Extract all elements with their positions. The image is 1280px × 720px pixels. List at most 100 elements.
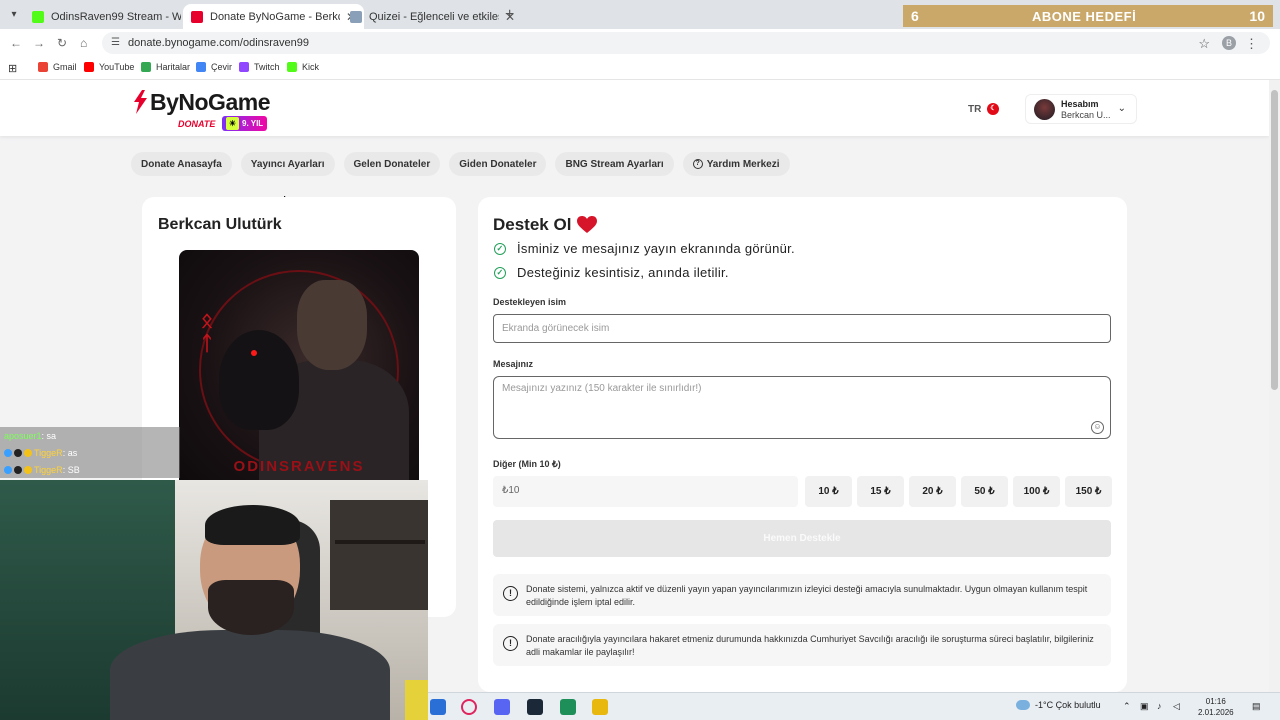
benefit-item: ✓ İsminiz ve mesajınız yayın ekranında g… <box>494 241 795 256</box>
message-textarea[interactable]: Mesajınızı yazınız (150 karakter ile sın… <box>493 376 1111 439</box>
page-scrollbar[interactable] <box>1269 80 1280 692</box>
chevron-down-icon: ⌄ <box>1117 103 1126 114</box>
address-bar[interactable]: ☰ donate.bynogame.com/odinsraven99 ☆ B ⋮ <box>102 32 1270 54</box>
subscriber-goal-title: ABONE HEDEFİ <box>1031 8 1137 24</box>
bookmark-translate[interactable]: Çevir <box>196 62 232 72</box>
browser-tab-kick[interactable]: OdinsRaven99 Stream - Watch ✕ <box>24 4 205 29</box>
bookmark-maps[interactable]: Haritalar <box>141 62 190 72</box>
donor-name-input[interactable]: Ekranda görünecek isim <box>493 314 1111 343</box>
tray-app-icon[interactable]: ▣ <box>1140 701 1149 712</box>
bookmark-star-icon[interactable]: ☆ <box>1198 36 1210 52</box>
nav-incoming-donates[interactable]: Gelen Donateler <box>343 152 441 176</box>
amount-option-100[interactable]: 100 ₺ <box>1013 476 1060 507</box>
twitch-icon <box>239 62 249 72</box>
browser-tab-bar: ▾ OdinsRaven99 Stream - Watch ✕ Donate B… <box>0 0 1280 29</box>
home-icon[interactable]: ⌂ <box>80 36 87 50</box>
donate-tag: DONATE <box>178 119 216 129</box>
new-tab-icon[interactable]: + <box>505 6 514 24</box>
stream-chat-overlay: aposuer1: sa TiggeR: as TiggeR: SB <box>0 427 180 478</box>
nav-outgoing-donates[interactable]: Giden Donateler <box>449 152 547 176</box>
opera-icon[interactable] <box>461 699 477 715</box>
site-info-icon[interactable]: ☰ <box>111 37 120 48</box>
mic-icon[interactable]: ♪ <box>1157 701 1162 711</box>
notification-icon[interactable]: ▤ <box>1252 701 1261 712</box>
bookmark-twitch[interactable]: Twitch <box>239 62 280 72</box>
heart-icon <box>577 216 598 233</box>
language-selector[interactable]: TR ☾ <box>968 103 1000 115</box>
amount-option-10[interactable]: 10 ₺ <box>805 476 852 507</box>
subscriber-goal-current: 6 <box>911 8 919 24</box>
chat-message: aposuer1: sa <box>0 427 180 444</box>
more-menu-icon[interactable]: ⋮ <box>1245 36 1258 52</box>
streamer-name: Berkcan Ulutürk <box>158 216 282 233</box>
translate-icon <box>196 62 206 72</box>
nav-donate-home[interactable]: Donate Anasayfa <box>131 152 232 176</box>
submit-donate-button[interactable]: Hemen Destekle <box>493 520 1111 557</box>
account-menu[interactable]: Hesabım Berkcan U... ⌄ <box>1025 94 1137 124</box>
steam-icon[interactable] <box>527 699 543 715</box>
amount-option-50[interactable]: 50 ₺ <box>961 476 1008 507</box>
volume-icon[interactable]: ◁ <box>1173 701 1180 712</box>
chat-badge-icon <box>24 465 32 474</box>
chat-badge-icon <box>4 448 12 457</box>
amount-option-20[interactable]: 20 ₺ <box>909 476 956 507</box>
benefit-item: ✓ Desteğiniz kesintisiz, anında iletilir… <box>494 265 729 280</box>
amount-option-150[interactable]: 150 ₺ <box>1065 476 1112 507</box>
webcam-overlay <box>0 480 428 720</box>
chat-message: TiggeR: SB <box>0 461 180 478</box>
taskbar-app-icon[interactable] <box>560 699 576 715</box>
amount-option-15[interactable]: 15 ₺ <box>857 476 904 507</box>
browser-tab-quizei[interactable]: Quizei - Eğlenceli ve etkileşimli ✕ <box>342 4 523 29</box>
alert-circle-icon: ! <box>503 586 518 601</box>
account-name: Berkcan U... <box>1061 110 1111 120</box>
url-text[interactable]: donate.bynogame.com/odinsraven99 <box>128 37 309 49</box>
question-icon: ? <box>692 159 703 169</box>
alert-circle-icon: ! <box>503 636 518 651</box>
taskbar-app-icon[interactable] <box>430 699 446 715</box>
chat-username: aposuer1 <box>4 430 42 441</box>
browser-toolbar: ← → ↻ ⌂ ☰ donate.bynogame.com/odinsraven… <box>0 29 1280 56</box>
custom-amount-input[interactable]: ₺10 <box>493 476 798 507</box>
chat-badge-icon <box>14 448 22 457</box>
tray-chevron-icon[interactable]: ⌃ <box>1123 701 1131 712</box>
profile-avatar[interactable]: B <box>1222 36 1236 50</box>
forward-icon[interactable]: → <box>33 36 45 50</box>
quizei-favicon-icon <box>350 10 362 23</box>
bookmark-kick[interactable]: Kick <box>287 62 319 72</box>
gmail-icon <box>38 62 48 72</box>
check-circle-icon: ✓ <box>494 266 506 279</box>
emoji-icon[interactable]: ☺ <box>1091 421 1104 434</box>
bulb-icon: ☀ <box>226 117 239 130</box>
bynogame-logo-icon <box>134 90 147 114</box>
nav-streamer-settings[interactable]: Yayıncı Ayarları <box>240 152 335 176</box>
chat-badge-icon <box>24 448 32 457</box>
years-badge: ☀ 9. YIL <box>222 116 268 131</box>
chat-username: TiggeR <box>34 447 63 458</box>
taskbar-app-icon[interactable] <box>592 699 608 715</box>
nav-bng-stream-settings[interactable]: BNG Stream Ayarları <box>555 152 674 176</box>
donate-form-title: Destek Ol <box>493 215 598 235</box>
streamer-avatar-image: ᛟᛏ ODINSRAVENS <box>179 250 419 490</box>
chat-username: TiggeR <box>34 464 63 475</box>
avatar <box>1034 99 1055 120</box>
donate-form-card: Destek Ol ✓ İsminiz ve mesajınız yayın e… <box>478 197 1127 692</box>
account-title: Hesabım <box>1061 99 1099 109</box>
bookmark-youtube[interactable]: YouTube <box>84 62 134 72</box>
reload-icon[interactable]: ↻ <box>57 36 67 50</box>
maps-icon <box>141 62 151 72</box>
runes-decoration: ᛟᛏ <box>201 310 213 355</box>
apps-grid-icon[interactable]: ⊞ <box>8 62 17 75</box>
scrollbar-thumb[interactable] <box>1271 90 1278 390</box>
streamer-image-caption: ODINSRAVENS <box>233 458 365 475</box>
donor-name-label: Destekleyen isim <box>493 297 567 307</box>
usage-notice: ! Donate sistemi, yalnızca aktif ve düze… <box>493 574 1111 616</box>
bookmark-gmail[interactable]: Gmail <box>38 62 77 72</box>
weather-widget[interactable]: -1°C Çok bulutlu <box>1016 700 1101 710</box>
system-clock[interactable]: 01:16 2.01.2026 <box>1198 696 1234 718</box>
bynogame-logo[interactable]: ByNoGame DONATE ☀ 9. YIL <box>130 87 280 133</box>
back-icon[interactable]: ← <box>10 36 22 50</box>
tab-search-icon[interactable]: ▾ <box>6 7 22 23</box>
browser-tab-donate[interactable]: Donate ByNoGame - Berkcan U ✕ <box>183 4 365 29</box>
nav-help-center[interactable]: ? Yardım Merkezi <box>682 152 790 176</box>
discord-icon[interactable] <box>494 699 510 715</box>
